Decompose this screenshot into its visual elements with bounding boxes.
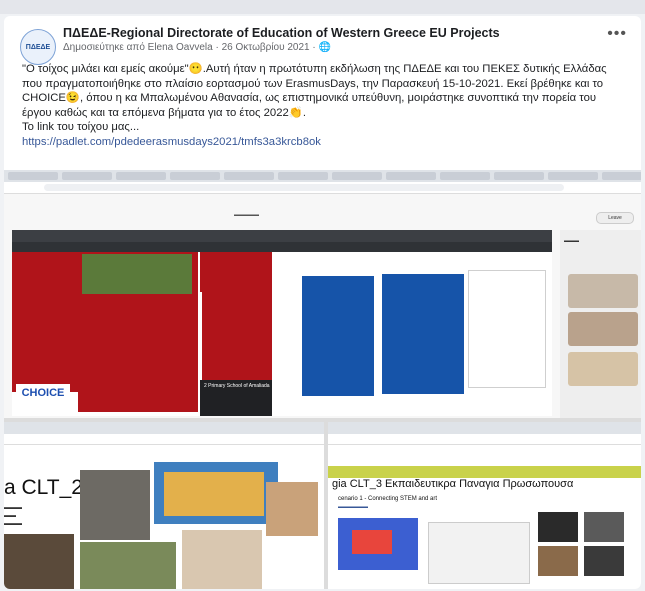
padlet-photo xyxy=(82,254,192,294)
participants-panel: ▬▬▬ xyxy=(560,230,641,418)
screenshot-clt2: a CLT_2 ▬▬▬ ▬▬ ▬▬▬ xyxy=(4,422,324,589)
page-name[interactable]: ΠΔΕΔΕ-Regional Directorate of Education … xyxy=(63,26,500,40)
more-options-icon[interactable]: ••• xyxy=(607,25,627,43)
slide-title: a CLT_2 xyxy=(4,476,83,499)
globe-icon: 🌐 xyxy=(318,42,331,53)
padlet-card xyxy=(12,252,78,392)
photo xyxy=(266,482,318,536)
avatar[interactable]: ΠΔΕΔΕ xyxy=(20,29,56,65)
leave-button: Leave xyxy=(596,212,634,224)
slide-thumbnail xyxy=(352,530,392,554)
screenshot-video-call: ▬▬▬▬▬ Leave 2 Primary School of Amaliada xyxy=(4,170,641,418)
slide-subtitle: ▬▬▬ ▬▬ ▬▬▬ xyxy=(4,505,22,527)
photo xyxy=(4,534,74,589)
padlet-card xyxy=(302,276,374,396)
browser-tab-bar xyxy=(4,170,641,182)
participant-name: ▬▬▬ xyxy=(564,238,579,244)
top-bar xyxy=(0,0,645,14)
padlet-card xyxy=(200,252,272,292)
avatar-text: ΠΔΕΔΕ xyxy=(25,43,51,51)
meeting-title: ▬▬▬▬▬ xyxy=(234,212,259,218)
header-band xyxy=(328,466,641,478)
slide-thumbnail xyxy=(584,512,624,542)
post-text: "Ο τοίχος μιλάει και εμείς ακούμε"😶.Αυτή… xyxy=(22,62,628,149)
slide-thumbnail xyxy=(538,546,578,576)
padlet-card: 2 Primary School of Amaliada xyxy=(200,380,272,416)
post-paragraph-2: Το link του τοίχου μας... xyxy=(22,121,140,133)
photo xyxy=(80,470,150,540)
participant-video xyxy=(568,274,638,308)
photo xyxy=(80,542,176,589)
slide-thumbnail xyxy=(428,522,530,584)
slide-subtitle: cenario 1 - Connecting STEM and art xyxy=(338,496,438,502)
post-paragraph: "Ο τοίχος μιλάει και εμείς ακούμε"😶.Αυτή… xyxy=(22,63,607,119)
photo xyxy=(182,530,262,589)
photo xyxy=(164,472,264,516)
slide-thumbnail xyxy=(538,512,578,542)
padlet-link[interactable]: https://padlet.com/pdedeerasmusdays2021/… xyxy=(22,136,321,148)
screenshot-clt3: gia CLT_3 Εκπαιδευτικρα Παναγια Πρωσωπου… xyxy=(328,422,641,589)
address-bar xyxy=(4,182,641,194)
facebook-post: ΠΔΕΔΕ ΠΔΕΔΕ-Regional Directorate of Educ… xyxy=(4,16,641,589)
post-meta: Δημοσιεύτηκε από Elena Oavvela · 26 Οκτω… xyxy=(63,42,331,53)
slide-link: ▬▬▬▬▬▬ xyxy=(338,504,368,510)
padlet-card xyxy=(382,274,464,394)
shared-screen: 2 Primary School of Amaliada xyxy=(12,230,552,416)
image-collage[interactable]: ▬▬▬▬▬ Leave 2 Primary School of Amaliada xyxy=(4,170,641,589)
padlet-card-label: 2 Primary School of Amaliada xyxy=(204,383,270,389)
choice-logo: CHOICE xyxy=(16,384,70,402)
participant-video xyxy=(568,312,638,346)
padlet-document xyxy=(468,270,546,388)
participant-video xyxy=(568,352,638,386)
slide-thumbnail xyxy=(584,546,624,576)
post-meta-text: Δημοσιεύτηκε από Elena Oavvela · 26 Οκτω… xyxy=(63,42,316,53)
slide-title: gia CLT_3 Εκπαιδευτικρα Παναγια Πρωσωπου… xyxy=(332,478,574,490)
